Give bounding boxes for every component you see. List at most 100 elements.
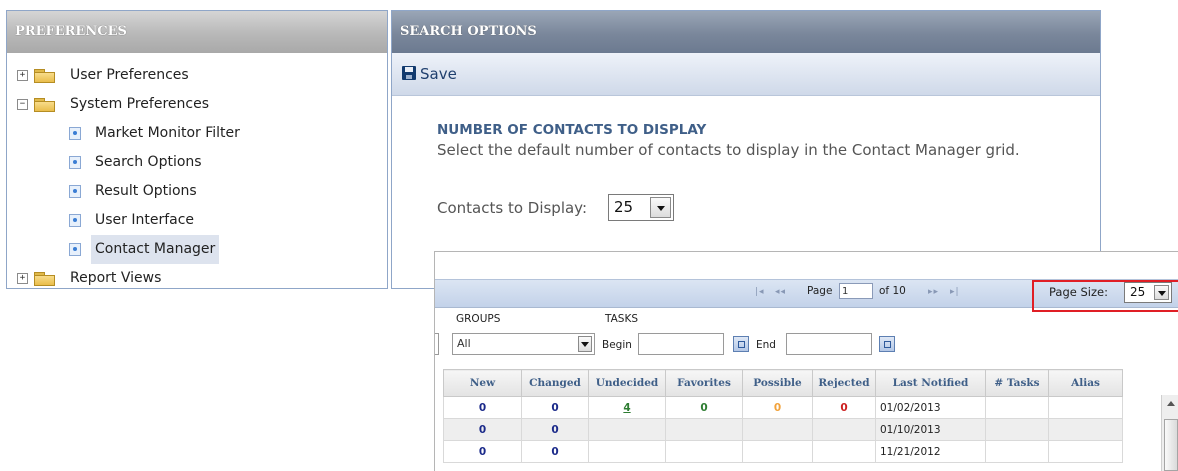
page-size-highlight [1032, 280, 1178, 312]
search-options-header: SEARCH OPTIONS [392, 11, 1100, 53]
contacts-to-display-select[interactable]: 25 [608, 194, 674, 221]
tasks-cell [985, 418, 1049, 441]
column-header[interactable]: Last Notified [875, 369, 986, 397]
select-value: 25 [614, 198, 634, 216]
tree-item-system-preferences[interactable]: − System Preferences [7, 90, 387, 119]
page-label: Page [807, 285, 833, 297]
possible-cell: 0 [742, 396, 813, 419]
new-cell: 0 [443, 440, 522, 463]
expand-icon[interactable]: + [17, 273, 28, 284]
last-page-icon[interactable]: ▸| [950, 287, 960, 297]
undecided-cell[interactable]: 4 [588, 396, 666, 419]
first-page-icon[interactable]: |◂ [755, 287, 765, 297]
alias-cell [1048, 418, 1123, 441]
vertical-scrollbar[interactable] [1161, 395, 1178, 471]
possible-cell [742, 418, 813, 441]
column-header[interactable]: Favorites [665, 369, 743, 397]
collapse-icon[interactable]: − [17, 99, 28, 110]
column-header[interactable]: Possible [742, 369, 813, 397]
tasks-label: TASKS [605, 313, 638, 325]
expand-icon[interactable]: + [17, 70, 28, 81]
possible-cell [742, 440, 813, 463]
preferences-panel: PREFERENCES + User Preferences − System … [6, 10, 388, 289]
dropdown-arrow-icon[interactable] [650, 197, 671, 218]
tree-item-label[interactable]: User Preferences [70, 61, 189, 90]
calendar-icon[interactable] [733, 336, 749, 352]
page-number-input[interactable]: 1 [839, 283, 873, 299]
save-button[interactable]: Save [402, 53, 457, 95]
preferences-tree: + User Preferences − System Preferences … [7, 53, 387, 288]
toolbar: Save [392, 53, 1100, 96]
tree-item-user-preferences[interactable]: + User Preferences [7, 61, 387, 90]
page-icon [69, 243, 81, 256]
tree-item-label[interactable]: Market Monitor Filter [95, 119, 240, 148]
page-icon [69, 156, 81, 169]
left-select-edge [435, 333, 439, 355]
changed-cell: 0 [521, 396, 589, 419]
tree-item-user-interface[interactable]: User Interface [7, 206, 387, 235]
end-date-input[interactable] [786, 333, 872, 355]
tree-item-label[interactable]: Search Options [95, 148, 202, 177]
favorites-cell [665, 418, 743, 441]
favorites-cell: 0 [665, 396, 743, 419]
end-label: End [756, 339, 776, 351]
tree-item-report-views[interactable]: + Report Views [7, 264, 387, 288]
column-header[interactable]: New [443, 369, 522, 397]
new-cell: 0 [443, 396, 522, 419]
dropdown-arrow-icon[interactable] [578, 336, 592, 352]
tasks-cell [985, 396, 1049, 419]
rejected-cell: 0 [812, 396, 876, 419]
next-page-icon[interactable]: ▸▸ [928, 287, 939, 297]
tree-item-label[interactable]: Report Views [70, 264, 161, 288]
table-row[interactable]: 0 0 4 0 0 0 01/02/2013 [443, 396, 1123, 419]
tree-item-market-monitor-filter[interactable]: Market Monitor Filter [7, 119, 387, 148]
scroll-thumb[interactable] [1164, 419, 1178, 471]
select-value: All [457, 337, 471, 350]
tree-item-label[interactable]: System Preferences [70, 90, 209, 119]
column-header[interactable]: Rejected [812, 369, 876, 397]
last-notified-cell: 11/21/2012 [875, 440, 986, 463]
contacts-table: New Changed Undecided Favorites Possible… [443, 369, 1123, 463]
page-icon [69, 185, 81, 198]
contact-grid-panel: |◂ ◂◂ Page 1 of 10 ▸▸ ▸| Page Size: 25 G… [434, 251, 1178, 471]
column-header[interactable]: Alias [1048, 369, 1123, 397]
tree-item-label[interactable]: Contact Manager [91, 235, 220, 264]
column-header[interactable]: # Tasks [985, 369, 1049, 397]
column-header[interactable]: Undecided [588, 369, 666, 397]
groups-select[interactable]: All [452, 333, 595, 355]
scroll-up-arrow-icon[interactable] [1167, 401, 1175, 406]
tasks-cell [985, 440, 1049, 463]
tree-item-result-options[interactable]: Result Options [7, 177, 387, 206]
preferences-header: PREFERENCES [7, 11, 387, 53]
folder-icon [34, 69, 56, 83]
search-options-panel: SEARCH OPTIONS Save NUMBER OF CONTACTS T… [391, 10, 1101, 289]
section-title: NUMBER OF CONTACTS TO DISPLAY [437, 122, 707, 138]
table-row[interactable]: 0 0 11/21/2012 [443, 440, 1123, 463]
changed-cell: 0 [521, 440, 589, 463]
calendar-icon[interactable] [879, 336, 895, 352]
rejected-cell [812, 418, 876, 441]
save-disk-icon [402, 66, 416, 80]
table-row[interactable]: 0 0 01/10/2013 [443, 418, 1123, 441]
folder-icon [34, 272, 56, 286]
alias-cell [1048, 440, 1123, 463]
tree-item-label[interactable]: User Interface [95, 206, 194, 235]
undecided-cell [588, 440, 666, 463]
alias-cell [1048, 396, 1123, 419]
tree-item-label[interactable]: Result Options [95, 177, 197, 206]
begin-label: Begin [602, 339, 632, 351]
page-icon [69, 214, 81, 227]
contacts-to-display-label: Contacts to Display: [437, 199, 588, 217]
rejected-cell [812, 440, 876, 463]
tree-item-contact-manager[interactable]: Contact Manager [7, 235, 387, 264]
save-label: Save [420, 65, 457, 83]
column-header[interactable]: Changed [521, 369, 589, 397]
prev-page-icon[interactable]: ◂◂ [775, 287, 786, 297]
tree-item-search-options[interactable]: Search Options [7, 148, 387, 177]
begin-date-input[interactable] [638, 333, 724, 355]
table-header-row: New Changed Undecided Favorites Possible… [443, 369, 1123, 397]
new-cell: 0 [443, 418, 522, 441]
last-notified-cell: 01/02/2013 [875, 396, 986, 419]
folder-icon [34, 98, 56, 112]
favorites-cell [665, 440, 743, 463]
